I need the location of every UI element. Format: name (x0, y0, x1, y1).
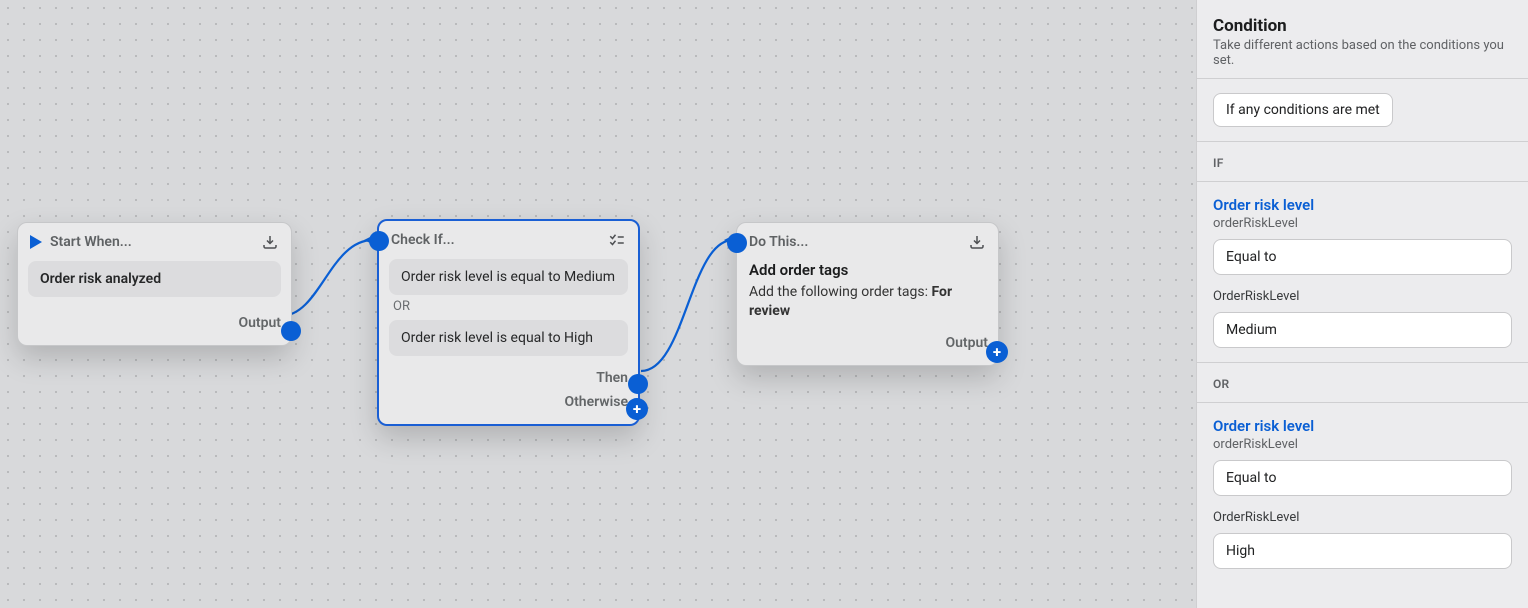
condition-node-title: Check If... (391, 232, 600, 248)
start-node[interactable]: Start When... Order risk analyzed Output (17, 222, 292, 346)
value-input[interactable] (1213, 533, 1512, 569)
action-node[interactable]: Do This... Add order tags Add the follow… (736, 222, 999, 366)
start-node-title: Start When... (50, 234, 253, 250)
output-label: Output (238, 315, 281, 331)
start-output-port[interactable] (281, 321, 301, 341)
action-desc-prefix: Add the following order tags: (749, 284, 932, 300)
import-icon[interactable] (261, 233, 279, 251)
connector-or: OR (1197, 363, 1528, 403)
variable-sub: orderRiskLevel (1213, 216, 1512, 231)
value-field-label: OrderRiskLevel (1213, 289, 1512, 304)
operator-input[interactable] (1213, 460, 1512, 496)
action-desc: Add the following order tags: For review (749, 283, 986, 321)
trigger-pill[interactable]: Order risk analyzed (28, 261, 281, 297)
condition-node[interactable]: Check If... Order risk level is equal to… (377, 219, 640, 426)
condition-group-1: Order risk level orderRiskLevel OrderRis… (1197, 182, 1528, 363)
action-input-port[interactable] (727, 233, 747, 253)
action-add-button[interactable]: + (986, 341, 1008, 363)
action-title: Add order tags (749, 261, 986, 279)
then-label: Then (596, 370, 628, 386)
condition-group-2: Order risk level orderRiskLevel OrderRis… (1197, 403, 1528, 583)
condition-input-port[interactable] (369, 231, 389, 251)
panel-subtitle: Take different actions based on the cond… (1213, 38, 1512, 68)
connector-if: IF (1197, 142, 1528, 182)
panel-title: Condition (1213, 16, 1512, 36)
panel-header: Condition Take different actions based o… (1197, 0, 1528, 79)
mode-tag[interactable]: If any conditions are met (1213, 93, 1393, 127)
variable-sub: orderRiskLevel (1213, 437, 1512, 452)
play-icon (30, 235, 42, 249)
variable-link[interactable]: Order risk level (1213, 417, 1512, 435)
condition-2-pill[interactable]: Order risk level is equal to High (389, 320, 628, 356)
output-label: Output (945, 335, 988, 351)
value-field-label: OrderRiskLevel (1213, 510, 1512, 525)
otherwise-label: Otherwise (564, 394, 628, 410)
import-icon[interactable] (968, 233, 986, 251)
operator-input[interactable] (1213, 239, 1512, 275)
condition-panel: Condition Take different actions based o… (1196, 0, 1528, 608)
checklist-icon[interactable] (608, 231, 626, 249)
condition-1-pill[interactable]: Order risk level is equal to Medium (389, 259, 628, 295)
variable-link[interactable]: Order risk level (1213, 196, 1512, 214)
mode-section: If any conditions are met (1197, 79, 1528, 142)
connector-label: IF (1213, 156, 1224, 170)
value-input[interactable] (1213, 312, 1512, 348)
condition-or-text: OR (379, 299, 638, 320)
action-node-title: Do This... (749, 234, 960, 250)
otherwise-add-button[interactable]: + (626, 398, 648, 420)
connector-label: OR (1213, 377, 1229, 391)
